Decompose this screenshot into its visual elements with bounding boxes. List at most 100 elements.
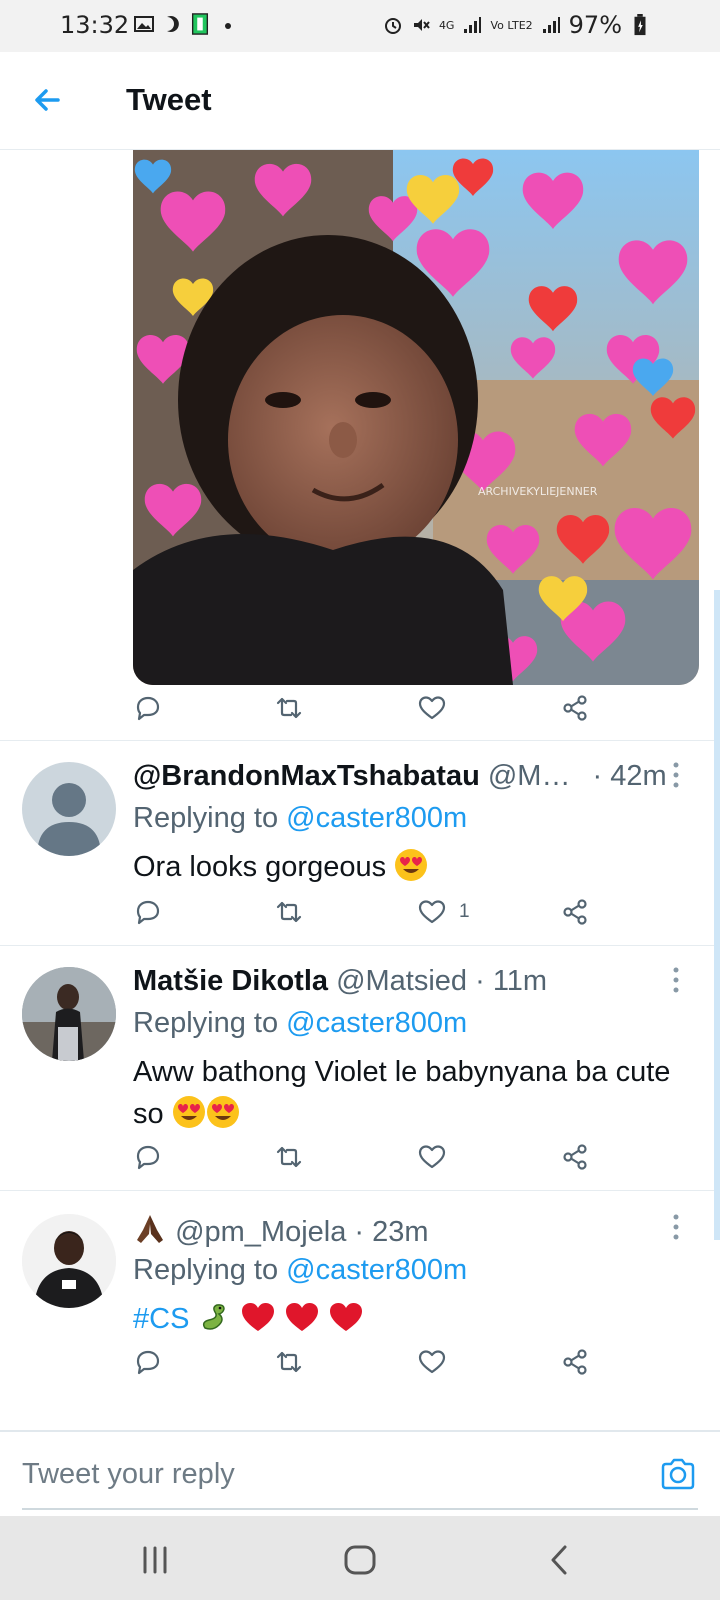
user-photo-avatar xyxy=(22,967,116,1061)
reply-button[interactable] xyxy=(133,688,163,728)
display-name[interactable]: Matšie Dikotla xyxy=(133,965,328,997)
signal-icon-2 xyxy=(542,17,560,33)
more-vertical-icon[interactable] xyxy=(670,1212,682,1242)
mention-link[interactable]: @caster800m xyxy=(286,1007,467,1039)
handle[interactable]: @M… xyxy=(488,760,571,792)
mention-link[interactable]: @caster800m xyxy=(286,802,467,834)
share-icon xyxy=(563,695,587,721)
timestamp[interactable]: · 42m xyxy=(593,760,667,792)
share-button[interactable] xyxy=(560,892,590,932)
alarm-icon xyxy=(384,18,401,34)
retweet-button[interactable] xyxy=(274,1137,304,1177)
status-bar: 13:32 4G Vo LTE2 97% xyxy=(0,0,720,52)
status-time: 13:32 xyxy=(60,11,130,39)
mention-link[interactable]: @caster800m xyxy=(286,1254,467,1286)
divider xyxy=(0,945,720,946)
page-title: Tweet xyxy=(126,82,212,117)
network-4g-label: 4G xyxy=(438,18,455,32)
reply-icon xyxy=(136,1350,160,1375)
recent-apps-icon[interactable] xyxy=(135,1540,175,1580)
share-icon xyxy=(563,1144,587,1170)
timestamp[interactable]: · 23m xyxy=(354,1216,428,1248)
signal-icon xyxy=(464,17,482,33)
moon-icon xyxy=(167,16,179,32)
like-button[interactable] xyxy=(417,1137,447,1177)
reply-tweet[interactable]: Matšie Dikotla @Matsied · 11m Replying t… xyxy=(0,965,720,1190)
avatar-matsie[interactable] xyxy=(22,967,116,1061)
retweet-icon xyxy=(276,901,302,923)
dot-icon xyxy=(225,23,231,29)
reply-text: #CS xyxy=(133,1298,703,1340)
camera-icon[interactable] xyxy=(658,1454,698,1494)
like-button[interactable] xyxy=(417,1342,447,1382)
divider xyxy=(0,740,720,741)
retweet-icon xyxy=(276,1146,302,1168)
display-name[interactable]: @BrandonMaxTshabatau xyxy=(133,760,480,792)
battery-app-icon xyxy=(191,13,209,35)
like-icon xyxy=(418,696,446,720)
reply-input[interactable]: Tweet your reply xyxy=(22,1458,235,1491)
hashtag-link[interactable]: #CS xyxy=(133,1303,189,1335)
handle[interactable]: @pm_Mojela xyxy=(175,1216,346,1248)
reply-text: Aww bathong Violet le babynyana ba cute … xyxy=(133,1051,703,1135)
reply-icon xyxy=(136,1145,160,1170)
like-icon xyxy=(418,1350,446,1374)
status-system-icons: 4G Vo LTE2 97% xyxy=(383,11,650,39)
more-vertical-icon[interactable] xyxy=(670,760,682,790)
like-count: 1 xyxy=(459,901,470,922)
network-volte-label: Vo LTE2 xyxy=(490,18,533,32)
tweet-thread[interactable]: ARCHIVEKYLIEJENNER @BrandonMaxTshabatau … xyxy=(0,150,720,1430)
red-heart-emoji-icon xyxy=(329,1303,362,1331)
share-icon xyxy=(563,1349,587,1375)
image-watermark: ARCHIVEKYLIEJENNER xyxy=(478,485,598,498)
reply-button[interactable] xyxy=(133,892,163,932)
reply-tweet[interactable]: @pm_Mojela · 23m Replying to @caster800m… xyxy=(0,1212,720,1412)
share-button[interactable] xyxy=(560,1342,590,1382)
replying-to: Replying to @caster800m xyxy=(133,1254,467,1287)
like-icon xyxy=(418,1145,446,1169)
retweet-button[interactable] xyxy=(274,1342,304,1382)
reply-text: Ora looks gorgeous xyxy=(133,846,703,888)
avatar-default[interactable] xyxy=(22,762,116,856)
heart-eyes-emoji-icon xyxy=(206,1096,239,1128)
more-vertical-icon[interactable] xyxy=(670,965,682,995)
retweet-button[interactable] xyxy=(274,688,304,728)
user-photo-avatar xyxy=(22,1214,116,1308)
battery-icon xyxy=(634,14,646,36)
timestamp[interactable]: · 11m xyxy=(475,965,547,997)
mute-icon xyxy=(413,19,430,31)
reply-header: Matšie Dikotla @Matsied · 11m xyxy=(133,965,547,998)
replying-label: Replying to xyxy=(133,1007,279,1039)
scrollbar[interactable] xyxy=(714,590,720,1240)
heart-eyes-emoji-icon xyxy=(172,1096,205,1128)
reply-button[interactable] xyxy=(133,1342,163,1382)
snake-emoji-icon xyxy=(203,1304,226,1330)
reply-tweet[interactable]: @BrandonMaxTshabatau @M… · 42m Replying … xyxy=(0,760,720,945)
app-header: Tweet xyxy=(0,52,720,150)
gallery-icon xyxy=(134,16,154,32)
reply-composer[interactable]: Tweet your reply xyxy=(0,1430,720,1516)
replying-label: Replying to xyxy=(133,802,279,834)
default-avatar-icon xyxy=(37,783,101,856)
back-arrow-icon[interactable] xyxy=(28,80,68,120)
handle[interactable]: @Matsied xyxy=(336,965,467,997)
like-button[interactable] xyxy=(417,688,447,728)
avatar-mojela[interactable] xyxy=(22,1214,116,1308)
like-button[interactable]: 1 xyxy=(417,892,470,932)
tweet-image[interactable]: ARCHIVEKYLIEJENNER xyxy=(133,150,699,685)
heart-eyes-emoji-icon xyxy=(395,849,428,881)
retweet-button[interactable] xyxy=(274,892,304,932)
tweet-action-bar xyxy=(133,688,613,728)
reply-button[interactable] xyxy=(133,1137,163,1177)
praying-hands-emoji-icon xyxy=(137,1215,163,1243)
reply-header: @BrandonMaxTshabatau @M… · 42m xyxy=(133,760,667,793)
retweet-icon xyxy=(276,1351,302,1373)
reply-icon xyxy=(136,900,160,925)
share-button[interactable] xyxy=(560,688,590,728)
home-icon[interactable] xyxy=(340,1540,380,1580)
back-nav-icon[interactable] xyxy=(540,1540,580,1580)
red-heart-emoji-icon xyxy=(285,1303,318,1331)
retweet-icon xyxy=(276,697,302,719)
status-notification-icons xyxy=(134,13,238,35)
share-button[interactable] xyxy=(560,1137,590,1177)
